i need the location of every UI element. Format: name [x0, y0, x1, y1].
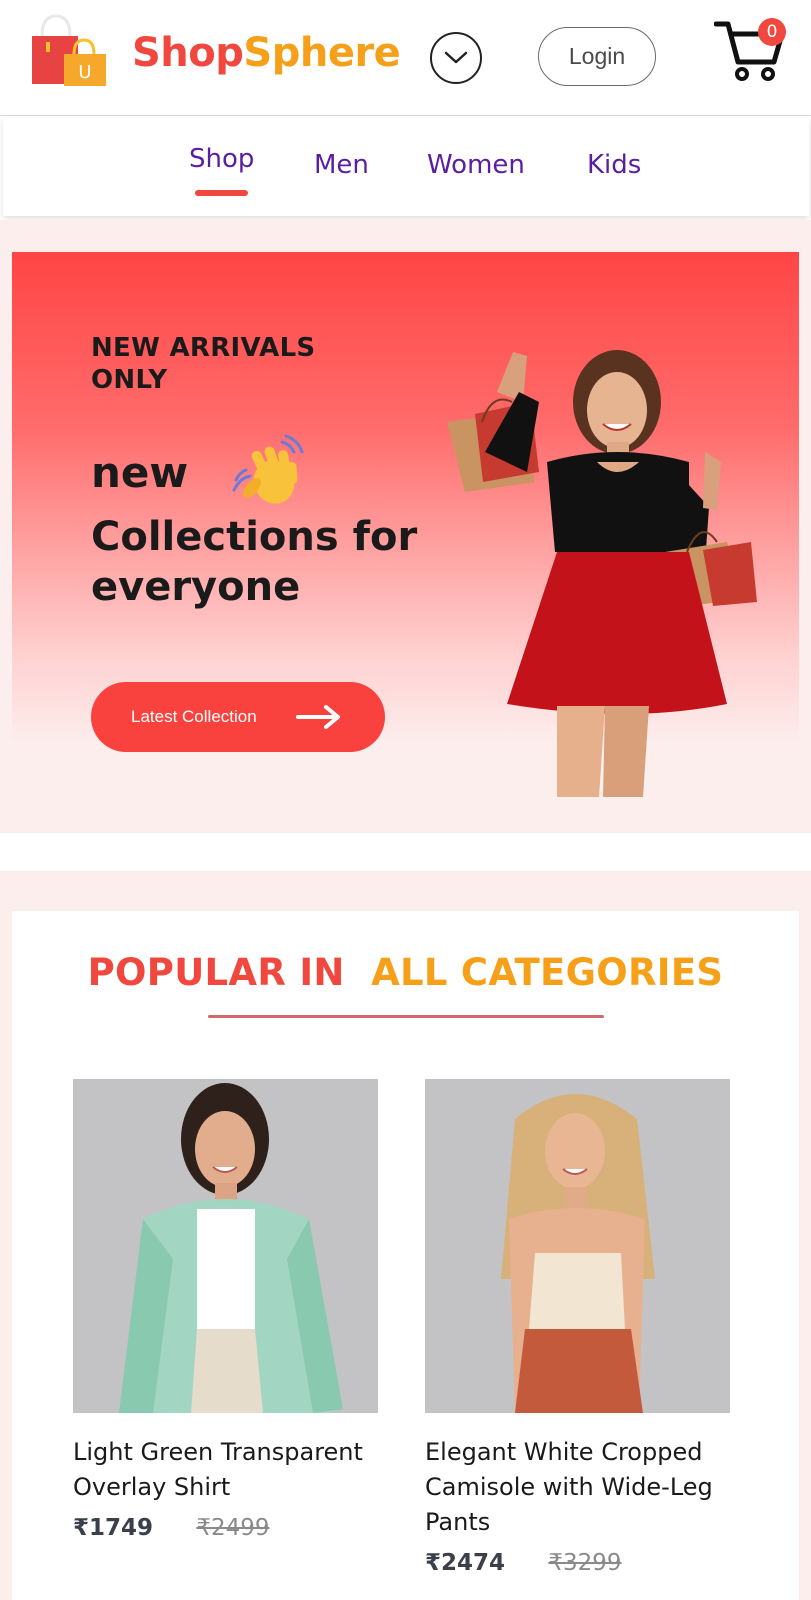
hero-headline-collections: Collections for everyone — [91, 514, 418, 610]
popular-title-part-1: POPULAR IN — [87, 951, 345, 994]
brand-part-1: Shop — [132, 30, 244, 76]
brand-part-2: Sphere — [243, 30, 401, 76]
product-photo-shirt — [119, 1083, 343, 1413]
product-name[interactable]: Light Green Transparent Overlay Shirt — [73, 1435, 378, 1505]
chevron-down-icon — [444, 51, 468, 64]
brand-name[interactable]: ShopSphere — [132, 30, 401, 76]
price-current: ₹1749 — [73, 1515, 154, 1541]
product-photo-camisole — [501, 1094, 655, 1413]
hero-kicker: NEW ARRIVALS ONLY — [91, 333, 316, 395]
nav-item-women[interactable]: Women — [427, 150, 525, 180]
nav-item-kids[interactable]: Kids — [587, 150, 641, 180]
arrow-right-icon — [296, 705, 340, 729]
hero-headline-new: new — [91, 448, 189, 497]
shopping-bags-logo-icon[interactable]: U — [28, 12, 110, 88]
waving-hand-icon — [232, 434, 304, 504]
hero-banner: NEW ARRIVALS ONLY new Collections for ev… — [12, 252, 799, 833]
product-price: ₹1749 ₹2499 — [73, 1515, 378, 1541]
svg-text:U: U — [78, 62, 91, 83]
login-button[interactable]: Login — [538, 27, 656, 86]
latest-collection-label: Latest Collection — [131, 707, 257, 726]
latest-collection-button[interactable]: Latest Collection — [91, 682, 385, 752]
price-original: ₹3299 — [548, 1550, 622, 1576]
popular-panel: POPULAR IN ALL CATEGORIES Light Green Tr… — [12, 911, 799, 1600]
price-current: ₹2474 — [425, 1550, 506, 1576]
menu-dropdown-button[interactable] — [430, 32, 482, 84]
product-name[interactable]: Elegant White Cropped Camisole with Wide… — [425, 1435, 730, 1540]
price-original: ₹2499 — [196, 1515, 270, 1541]
product-card[interactable]: Elegant White Cropped Camisole with Wide… — [425, 1079, 730, 1576]
category-nav: Shop Men Women Kids — [3, 118, 809, 216]
nav-item-shop[interactable]: Shop — [189, 144, 254, 196]
popular-section: POPULAR IN ALL CATEGORIES Light Green Tr… — [0, 871, 811, 1600]
title-underline — [208, 1015, 604, 1018]
popular-title: POPULAR IN ALL CATEGORIES — [12, 951, 799, 994]
popular-title-part-2: ALL CATEGORIES — [371, 951, 724, 994]
product-price: ₹2474 ₹3299 — [425, 1550, 730, 1576]
cart-count-badge: 0 — [758, 18, 786, 46]
product-image[interactable] — [73, 1079, 378, 1413]
site-header: U ShopSphere Login 0 — [0, 0, 811, 116]
product-card[interactable]: Light Green Transparent Overlay Shirt ₹1… — [73, 1079, 378, 1541]
product-image[interactable] — [425, 1079, 730, 1413]
nav-item-men[interactable]: Men — [314, 150, 369, 180]
section-divider — [0, 833, 811, 871]
hero-section: NEW ARRIVALS ONLY new Collections for ev… — [0, 220, 811, 833]
hero-model-image — [447, 350, 757, 797]
